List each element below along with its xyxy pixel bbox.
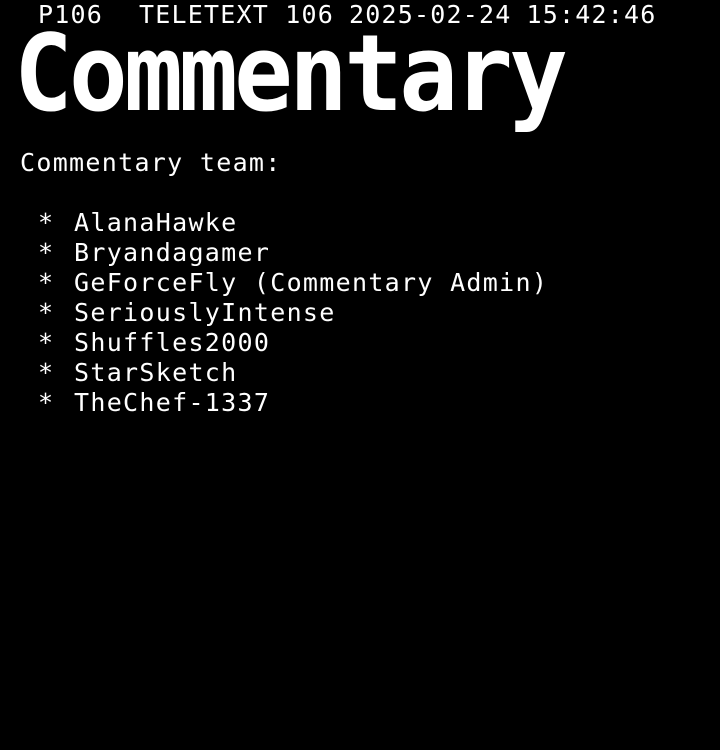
list-item: * Shuffles2000 — [38, 328, 548, 358]
list-item: * StarSketch — [38, 358, 548, 388]
bullet-asterisk: * — [38, 268, 55, 297]
bullet-asterisk: * — [38, 388, 55, 417]
team-member-name: GeForceFly (Commentary Admin) — [74, 268, 549, 297]
team-member-name: SeriouslyIntense — [74, 298, 336, 327]
bullet-asterisk: * — [38, 298, 55, 327]
team-member-name: Bryandagamer — [74, 238, 271, 267]
page-title: Commentary — [14, 12, 568, 135]
team-member-name: TheChef-1337 — [74, 388, 271, 417]
list-item: * SeriouslyIntense — [38, 298, 548, 328]
bullet-asterisk: * — [38, 358, 55, 387]
list-item: * AlanaHawke — [38, 208, 548, 238]
teletext-screen: P106 TELETEXT 106 2025-02-24 15:42:46 Co… — [0, 0, 720, 750]
team-member-name: Shuffles2000 — [74, 328, 271, 357]
team-member-name: StarSketch — [74, 358, 238, 387]
team-list: * AlanaHawke * Bryandagamer * GeForceFly… — [38, 208, 548, 418]
bullet-asterisk: * — [38, 208, 55, 237]
team-member-name: AlanaHawke — [74, 208, 238, 237]
section-heading: Commentary team: — [20, 148, 282, 177]
bullet-asterisk: * — [38, 328, 55, 357]
list-item: * Bryandagamer — [38, 238, 548, 268]
list-item: * GeForceFly (Commentary Admin) — [38, 268, 548, 298]
bullet-asterisk: * — [38, 238, 55, 267]
list-item: * TheChef-1337 — [38, 388, 548, 418]
